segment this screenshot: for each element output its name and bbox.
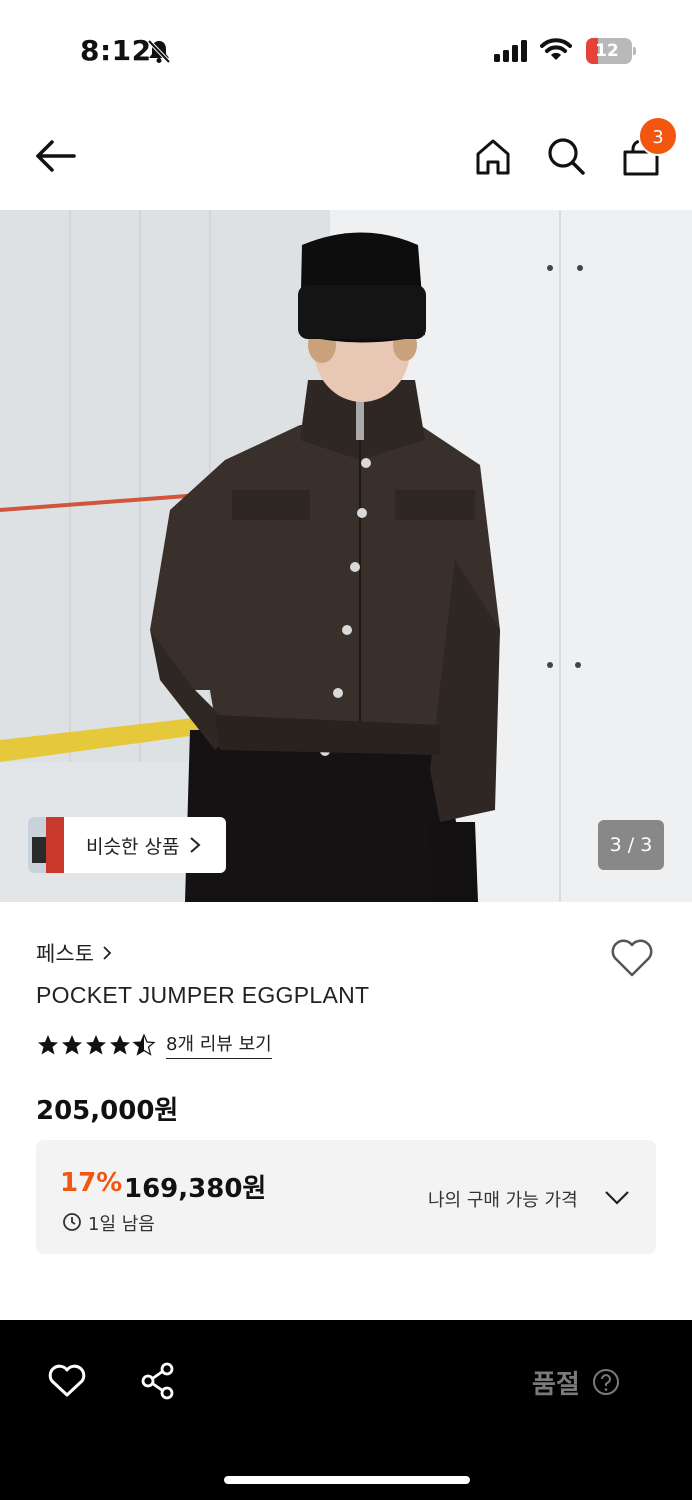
chevron-right-icon <box>103 946 112 960</box>
product-name: POCKET JUMPER EGGPLANT <box>36 982 370 1008</box>
half-star-icon <box>132 1032 156 1056</box>
battery-percent: 12 <box>595 41 619 61</box>
status-bar: 8:12 12 <box>0 0 692 100</box>
my-price-box[interactable]: 17% 169,380원 1일 남음 나의 구매 가능 가격 <box>36 1140 656 1254</box>
similar-products-label: 비슷한 상품 <box>86 835 180 858</box>
star-icon <box>62 1034 82 1054</box>
signal-icon <box>494 40 527 62</box>
heart-icon[interactable] <box>610 938 654 978</box>
bottom-action-bar: 품절 <box>0 1320 692 1500</box>
sale-price: 169,380원 <box>124 1174 267 1204</box>
my-price-label: 나의 구매 가능 가격 <box>428 1190 578 1211</box>
clock-icon <box>63 1213 81 1231</box>
bell-slash-icon <box>147 39 171 64</box>
star-icon <box>86 1034 106 1054</box>
heart-icon[interactable] <box>48 1364 86 1398</box>
home-indicator <box>224 1476 470 1484</box>
wifi-icon <box>540 38 572 60</box>
sold-out-label: 품절 <box>532 1370 580 1400</box>
home-icon[interactable] <box>474 138 512 176</box>
top-nav: 3 <box>0 110 692 210</box>
chevron-down-icon[interactable] <box>604 1190 630 1206</box>
star-icon <box>110 1034 130 1054</box>
help-icon[interactable] <box>592 1368 620 1396</box>
original-price: 205,000원 <box>36 1096 179 1126</box>
product-image[interactable] <box>0 210 692 902</box>
product-photo <box>0 210 692 902</box>
star-icon <box>38 1034 58 1054</box>
brand-link[interactable]: 페스토 <box>36 938 112 968</box>
image-page-counter: 3 / 3 <box>598 820 664 870</box>
battery-nub <box>633 47 636 55</box>
discount-rate: 17% <box>60 1168 123 1198</box>
status-time: 8:12 <box>80 34 152 67</box>
share-icon[interactable] <box>140 1362 176 1400</box>
chevron-right-icon <box>190 837 201 853</box>
back-arrow-icon[interactable] <box>34 138 78 174</box>
similar-products-button[interactable]: 비슷한 상품 <box>28 817 226 873</box>
brand-name: 페스토 <box>36 942 94 966</box>
time-remaining: 1일 남음 <box>88 1214 155 1235</box>
similar-products-thumbnail <box>28 817 64 873</box>
search-icon[interactable] <box>546 136 586 176</box>
category-breadcrumb-partial <box>36 1308 436 1320</box>
rating-row: 8개 리뷰 보기 <box>36 1030 272 1059</box>
star-rating <box>36 1032 156 1057</box>
cart-count-badge[interactable]: 3 <box>638 116 678 156</box>
review-link[interactable]: 8개 리뷰 보기 <box>166 1030 272 1059</box>
battery-icon: 12 <box>586 38 632 64</box>
